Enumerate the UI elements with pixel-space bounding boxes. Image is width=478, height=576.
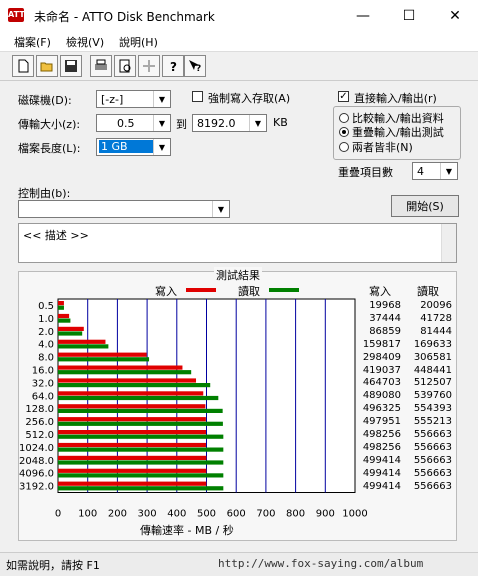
throughput-chart: 0 100 200 300 400 500 600 700 800 900 1000 0.5 1.0 2.…: [19, 298, 368, 520]
write-bar: [58, 417, 206, 422]
category-label: 16.0: [32, 366, 54, 377]
category-label: 0.5: [38, 301, 54, 312]
category-label: 128.0: [25, 404, 54, 415]
write-bar: [58, 404, 206, 409]
write-bar: [58, 481, 207, 486]
x-tick-label: 400: [167, 509, 186, 520]
write-bar: [58, 378, 197, 383]
write-bar: [58, 391, 204, 396]
read-bar: [58, 408, 223, 413]
category-label: 32.0: [32, 378, 54, 389]
read-bar: [58, 370, 192, 375]
x-tick-label: 300: [138, 509, 157, 520]
write-bar: [58, 339, 106, 344]
x-tick-label: 1000: [342, 509, 367, 520]
watermark-text: http://www.fox-saying.com/album: [218, 557, 424, 570]
read-bar: [58, 383, 211, 388]
read-bar: [58, 447, 224, 452]
category-label: 4.0: [38, 340, 54, 351]
read-bar: [58, 460, 224, 465]
category-label: 512.0: [25, 430, 54, 441]
category-label: 64.0: [32, 391, 54, 402]
read-bar: [58, 486, 224, 491]
read-bar: [58, 473, 224, 478]
category-label: 4096.0: [19, 469, 54, 480]
write-bar: [58, 326, 84, 331]
x-tick-label: 700: [256, 509, 275, 520]
x-tick-label: 0: [55, 509, 61, 520]
write-bar: [58, 468, 207, 473]
category-label: 2048.0: [19, 456, 54, 467]
write-bar: [58, 301, 64, 306]
write-bar: [58, 365, 183, 370]
x-tick-label: 100: [78, 509, 97, 520]
x-tick-label: 500: [197, 509, 216, 520]
read-bar: [58, 434, 224, 439]
write-bar: [58, 430, 206, 435]
status-bar: 如需說明，請按 F1 http://www.fox-saying.com/alb…: [0, 552, 478, 576]
x-tick-label: 200: [108, 509, 127, 520]
read-bar: [58, 331, 83, 336]
read-bar: [58, 357, 150, 362]
read-bar: [58, 305, 64, 310]
category-label: 8.0: [38, 353, 54, 364]
write-bar: [58, 455, 207, 460]
x-tick-label: 800: [286, 509, 305, 520]
status-text: 如需說明，請按 F1: [6, 559, 100, 572]
read-bar: [58, 318, 71, 323]
category-label: 256.0: [25, 417, 54, 428]
read-bar: [58, 395, 219, 401]
x-tick-label: 900: [316, 509, 335, 520]
category-label: 2.0: [38, 327, 54, 338]
write-bar: [58, 313, 70, 319]
category-label: 1024.0: [19, 443, 54, 454]
read-bar: [58, 344, 109, 349]
category-label: 3192.0: [19, 482, 54, 493]
category-label: 1.0: [38, 314, 54, 325]
write-bar: [58, 442, 206, 448]
x-tick-label: 600: [227, 509, 246, 520]
write-bar: [58, 352, 147, 357]
read-bar: [58, 421, 223, 426]
